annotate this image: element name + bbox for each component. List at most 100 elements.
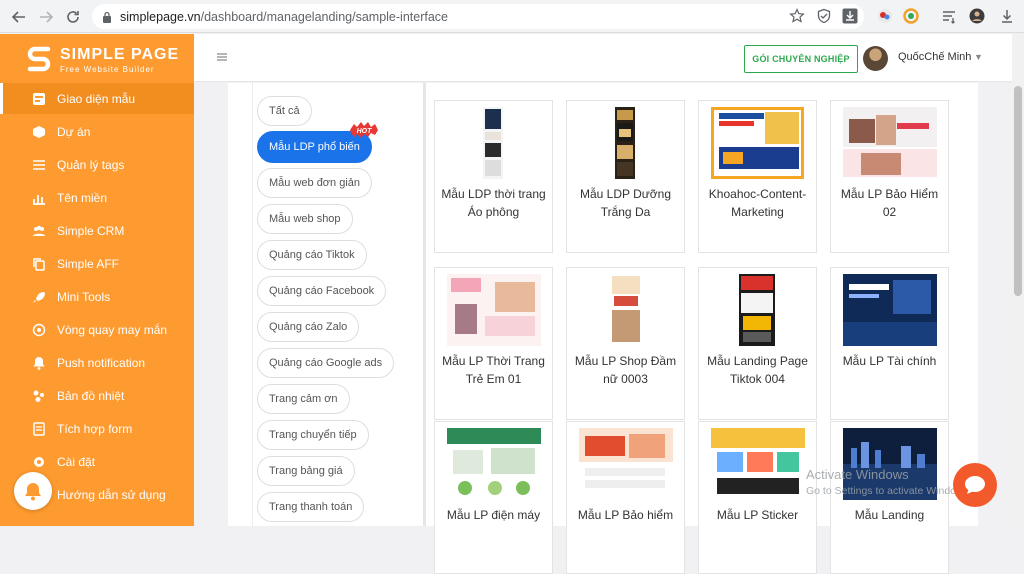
heatmap-icon — [32, 389, 46, 403]
template-title[interactable]: Mẫu Landing Page Tiktok 004 — [703, 352, 812, 388]
category-chip[interactable]: Quảng cáo Google ads — [257, 348, 395, 378]
category-chip[interactable]: Quảng cáo Facebook — [257, 276, 387, 306]
star-icon[interactable] — [789, 8, 805, 24]
avatar[interactable] — [863, 46, 888, 71]
category-chip[interactable]: Trang cảm ơn — [257, 384, 350, 414]
template-card[interactable]: Mẫu LDP thời trang Áo phông — [434, 100, 553, 253]
template-title[interactable]: Mẫu LP Sticker — [703, 506, 812, 524]
extension-color-icon[interactable] — [877, 8, 893, 24]
template-title[interactable]: Mẫu LP Bảo hiểm — [571, 506, 680, 524]
bell-icon — [32, 356, 46, 370]
hamburger-menu-icon[interactable] — [217, 53, 227, 61]
template-card[interactable]: Mẫu LP Tài chính — [830, 267, 949, 420]
template-card[interactable]: Mẫu LP điện máy — [434, 421, 553, 574]
template-thumbnail[interactable] — [699, 107, 816, 179]
chevron-down-icon[interactable]: ▼ — [974, 52, 983, 62]
download-ext-icon[interactable] — [842, 8, 858, 24]
sidebar-item-label: Simple AFF — [57, 256, 120, 271]
template-card[interactable]: Mẫu Landing — [830, 421, 949, 574]
extension-ring-icon[interactable] — [903, 8, 919, 24]
sidebar-item-box[interactable]: Dự án — [0, 116, 194, 147]
template-thumbnail[interactable] — [699, 274, 816, 346]
brand-logo[interactable]: SIMPLE PAGE Free Website Builder — [26, 44, 180, 74]
category-chip[interactable]: Mẫu web đơn giản — [257, 168, 372, 198]
list-icon — [32, 158, 46, 172]
template-title[interactable]: Mẫu LDP Dưỡng Trắng Da — [571, 185, 680, 221]
download-icon[interactable] — [999, 8, 1015, 24]
template-card[interactable]: Mẫu LP Bảo hiểm — [566, 421, 685, 574]
page-scrollbar[interactable] — [1012, 34, 1024, 526]
reading-list-icon[interactable] — [941, 8, 957, 24]
brand-title: SIMPLE PAGE — [60, 46, 180, 63]
scrollbar-thumb[interactable] — [1014, 86, 1022, 296]
template-title[interactable]: Mẫu Landing — [835, 506, 944, 524]
top-bar: GÓI CHUYÊN NGHIỆP QuốcChế Minh ▼ — [194, 34, 1012, 82]
sidebar-item-bell[interactable]: Push notification — [0, 347, 194, 378]
box-icon — [32, 125, 46, 139]
category-chip[interactable]: Quảng cáo Zalo — [257, 312, 360, 342]
reload-icon[interactable] — [59, 3, 87, 31]
sidebar-item-form[interactable]: Tích hợp form — [0, 413, 194, 444]
sidebar: SIMPLE PAGE Free Website Builder Giao di… — [0, 34, 194, 526]
sidebar-item-label: Tích hợp form — [57, 421, 133, 436]
pro-plan-button[interactable]: GÓI CHUYÊN NGHIỆP — [744, 45, 858, 73]
windows-activate-title: Activate Windows — [806, 467, 909, 482]
template-title[interactable]: Mẫu LP điện máy — [439, 506, 548, 524]
category-chip[interactable]: Trang chuyển tiếp — [257, 420, 369, 450]
template-title[interactable]: Mẫu LP Thời Trang Trẻ Em 01 — [439, 352, 548, 388]
target-icon — [32, 323, 46, 337]
profile-icon[interactable] — [969, 8, 985, 24]
address-bar[interactable]: simplepage.vn/dashboard/managelanding/sa… — [92, 4, 864, 29]
template-thumbnail[interactable] — [831, 274, 948, 346]
sidebar-item-bar-chart[interactable]: Tên miền — [0, 182, 194, 213]
template-title[interactable]: Mẫu LDP thời trang Áo phông — [439, 185, 548, 221]
template-thumbnail[interactable] — [435, 107, 552, 179]
template-thumbnail[interactable] — [567, 428, 684, 500]
back-icon[interactable] — [5, 3, 33, 31]
template-card[interactable]: Mẫu LP Bảo Hiểm 02 — [830, 100, 949, 253]
template-thumbnail[interactable] — [435, 274, 552, 346]
url-path: /dashboard/managelanding/sample-interfac… — [200, 9, 448, 24]
sidebar-item-label: Bản đồ nhiệt — [57, 388, 125, 403]
sidebar-item-heatmap[interactable]: Bản đồ nhiệt — [0, 380, 194, 411]
template-title[interactable]: Mẫu LP Bảo Hiểm 02 — [835, 185, 944, 221]
hot-badge-icon: HOT — [350, 122, 378, 138]
sidebar-item-copy[interactable]: Simple AFF — [0, 248, 194, 279]
template-title[interactable]: Mẫu LP Shop Đầm nữ 0003 — [571, 352, 680, 388]
template-card[interactable]: Mẫu LP Shop Đầm nữ 0003 — [566, 267, 685, 420]
category-chip[interactable]: Quảng cáo Tiktok — [257, 240, 367, 270]
forward-icon[interactable] — [32, 3, 60, 31]
template-thumbnail[interactable] — [567, 107, 684, 179]
user-name[interactable]: QuốcChế Minh — [898, 51, 971, 63]
template-title[interactable]: Khoahoc-Content-Marketing — [703, 185, 812, 221]
template-thumbnail[interactable] — [699, 428, 816, 500]
sidebar-item-label: Vòng quay may mắn — [57, 322, 168, 337]
sidebar-item-users[interactable]: Simple CRM — [0, 215, 194, 246]
sidebar-item-label: Simple CRM — [57, 223, 125, 238]
category-chip[interactable]: Mẫu web shop — [257, 204, 353, 234]
notification-bubble[interactable] — [14, 472, 52, 510]
template-thumbnail[interactable] — [567, 274, 684, 346]
template-title[interactable]: Mẫu LP Tài chính — [835, 352, 944, 370]
sidebar-item-template[interactable]: Giao diện mẫu — [0, 83, 194, 114]
category-chip[interactable]: Trang bảng giá — [257, 456, 355, 486]
template-card[interactable]: Mẫu LP Sticker — [698, 421, 817, 574]
template-card[interactable]: Khoahoc-Content-Marketing — [698, 100, 817, 253]
template-thumbnail[interactable] — [435, 428, 552, 500]
category-chip[interactable]: Tất cả — [257, 96, 312, 126]
sidebar-item-rocket[interactable]: Mini Tools — [0, 281, 194, 312]
template-card[interactable]: Mẫu LDP Dưỡng Trắng Da — [566, 100, 685, 253]
category-chip[interactable]: Trang thanh toán — [257, 492, 365, 522]
sidebar-item-list[interactable]: Quản lý tags — [0, 149, 194, 180]
shield-icon[interactable] — [816, 8, 832, 24]
chat-bubble[interactable] — [953, 463, 997, 507]
brand-subtitle: Free Website Builder — [60, 65, 155, 74]
logo-mark-icon — [27, 46, 51, 72]
users-icon — [32, 224, 46, 238]
sidebar-item-target[interactable]: Vòng quay may mắn — [0, 314, 194, 345]
template-card[interactable]: Mẫu Landing Page Tiktok 004 — [698, 267, 817, 420]
template-card[interactable]: Mẫu LP Thời Trang Trẻ Em 01 — [434, 267, 553, 420]
sidebar-item-label: Tên miền — [57, 190, 108, 205]
template-thumbnail[interactable] — [831, 107, 948, 179]
sidebar-item-label: Mini Tools — [57, 289, 111, 304]
